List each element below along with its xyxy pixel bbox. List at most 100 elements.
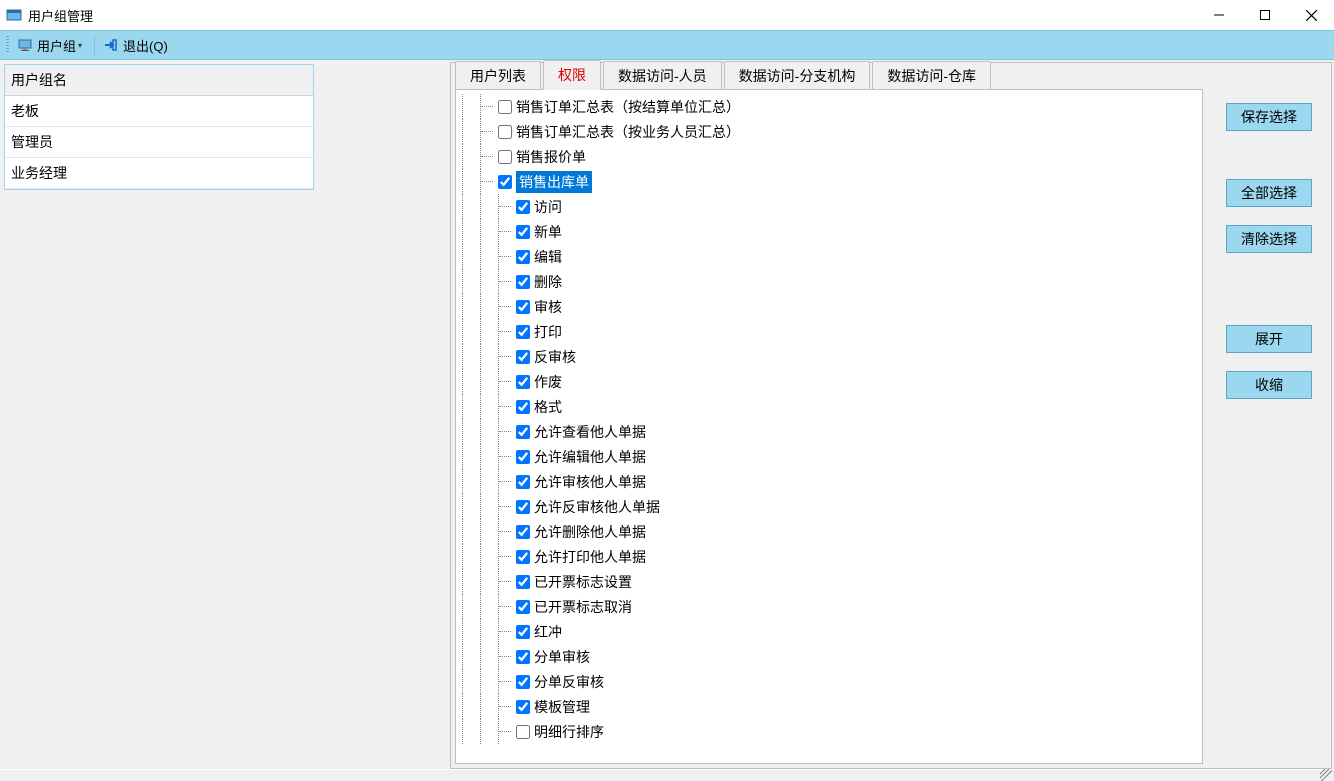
tree-indent	[480, 294, 498, 319]
tree-node[interactable]: 模板管理	[462, 694, 1202, 719]
tree-checkbox[interactable]	[516, 300, 530, 314]
tree-node[interactable]: 分单审核	[462, 644, 1202, 669]
tree-checkbox[interactable]	[516, 325, 530, 339]
tree-indent	[480, 694, 498, 719]
tree-node[interactable]: 分单反审核	[462, 669, 1202, 694]
tree-checkbox[interactable]	[498, 175, 512, 189]
tree-label: 允许反审核他人单据	[534, 497, 660, 517]
monitor-icon	[17, 37, 33, 53]
maximize-button[interactable]	[1242, 0, 1288, 30]
statusbar	[0, 769, 1334, 781]
tree-checkbox[interactable]	[516, 350, 530, 364]
exit-icon	[103, 37, 119, 53]
tree-node[interactable]: 删除	[462, 269, 1202, 294]
tab-3[interactable]: 数据访问-分支机构	[724, 61, 871, 90]
tree-indent	[462, 269, 480, 294]
tree-indent	[498, 544, 516, 569]
tab-0[interactable]: 用户列表	[455, 61, 541, 90]
permission-tree: 销售订单汇总表（按结算单位汇总）销售订单汇总表（按业务人员汇总）销售报价单销售出…	[462, 94, 1202, 744]
tree-node[interactable]: 格式	[462, 394, 1202, 419]
tree-checkbox[interactable]	[516, 600, 530, 614]
tree-indent	[498, 594, 516, 619]
tree-node[interactable]: 允许编辑他人单据	[462, 444, 1202, 469]
tree-indent	[462, 619, 480, 644]
tree-checkbox[interactable]	[516, 500, 530, 514]
tree-checkbox[interactable]	[516, 200, 530, 214]
tree-checkbox[interactable]	[516, 650, 530, 664]
close-button[interactable]	[1288, 0, 1334, 30]
tree-node[interactable]: 已开票标志取消	[462, 594, 1202, 619]
select-all-button[interactable]: 全部选择	[1226, 179, 1312, 207]
tree-indent	[462, 94, 480, 119]
tree-indent	[462, 669, 480, 694]
tree-node[interactable]: 销售出库单	[462, 169, 1202, 194]
tree-node[interactable]: 明细行排序	[462, 719, 1202, 744]
tree-indent	[498, 369, 516, 394]
tree-node[interactable]: 作废	[462, 369, 1202, 394]
tree-node[interactable]: 编辑	[462, 244, 1202, 269]
tab-1[interactable]: 权限	[543, 60, 601, 90]
clear-selection-button[interactable]: 清除选择	[1226, 225, 1312, 253]
expand-button[interactable]: 展开	[1226, 325, 1312, 353]
save-selection-button[interactable]: 保存选择	[1226, 103, 1312, 131]
usergroup-header: 用户组名	[5, 65, 313, 96]
tree-indent	[480, 119, 498, 144]
tree-checkbox[interactable]	[516, 675, 530, 689]
tree-node[interactable]: 红冲	[462, 619, 1202, 644]
tree-checkbox[interactable]	[498, 100, 512, 114]
usergroup-row[interactable]: 老板	[5, 96, 313, 127]
tree-checkbox[interactable]	[516, 275, 530, 289]
tree-checkbox[interactable]	[516, 400, 530, 414]
tree-checkbox[interactable]	[516, 625, 530, 639]
tree-indent	[498, 344, 516, 369]
tree-checkbox[interactable]	[516, 425, 530, 439]
tree-checkbox[interactable]	[516, 225, 530, 239]
permission-tree-scroll[interactable]: 销售订单汇总表（按结算单位汇总）销售订单汇总表（按业务人员汇总）销售报价单销售出…	[456, 90, 1202, 763]
tree-node[interactable]: 新单	[462, 219, 1202, 244]
exit-label: 退出(Q)	[123, 36, 168, 55]
tree-node[interactable]: 销售报价单	[462, 144, 1202, 169]
collapse-button[interactable]: 收缩	[1226, 371, 1312, 399]
tree-node[interactable]: 销售订单汇总表（按业务人员汇总）	[462, 119, 1202, 144]
exit-button[interactable]: 退出(Q)	[99, 32, 172, 58]
tree-checkbox[interactable]	[516, 475, 530, 489]
tree-indent	[498, 469, 516, 494]
resize-grip-icon[interactable]	[1320, 769, 1332, 781]
tree-checkbox[interactable]	[516, 450, 530, 464]
tree-node[interactable]: 已开票标志设置	[462, 569, 1202, 594]
usergroup-row[interactable]: 业务经理	[5, 158, 313, 189]
app-icon	[6, 7, 22, 23]
tree-checkbox[interactable]	[516, 725, 530, 739]
tree-checkbox[interactable]	[516, 700, 530, 714]
tree-indent	[480, 144, 498, 169]
tab-2[interactable]: 数据访问-人员	[603, 61, 722, 90]
tree-checkbox[interactable]	[516, 575, 530, 589]
tree-node[interactable]: 允许反审核他人单据	[462, 494, 1202, 519]
tree-node[interactable]: 允许删除他人单据	[462, 519, 1202, 544]
tree-node[interactable]: 允许审核他人单据	[462, 469, 1202, 494]
tree-checkbox[interactable]	[516, 550, 530, 564]
tree-node[interactable]: 打印	[462, 319, 1202, 344]
tree-indent	[480, 169, 498, 194]
tree-checkbox[interactable]	[498, 125, 512, 139]
tree-node[interactable]: 允许打印他人单据	[462, 544, 1202, 569]
usergroup-dropdown[interactable]: 用户组 ▾	[13, 32, 86, 58]
tab-4[interactable]: 数据访问-仓库	[872, 61, 991, 90]
tree-indent	[480, 544, 498, 569]
usergroup-row[interactable]: 管理员	[5, 127, 313, 158]
tree-node[interactable]: 访问	[462, 194, 1202, 219]
minimize-button[interactable]	[1196, 0, 1242, 30]
tree-node[interactable]: 销售订单汇总表（按结算单位汇总）	[462, 94, 1202, 119]
tree-node[interactable]: 反审核	[462, 344, 1202, 369]
tree-checkbox[interactable]	[516, 525, 530, 539]
usergroup-label: 用户组	[37, 36, 76, 55]
tree-indent	[462, 519, 480, 544]
tree-indent	[480, 469, 498, 494]
tree-node[interactable]: 允许查看他人单据	[462, 419, 1202, 444]
tree-node[interactable]: 审核	[462, 294, 1202, 319]
tree-indent	[480, 194, 498, 219]
tree-checkbox[interactable]	[498, 150, 512, 164]
tree-indent	[498, 394, 516, 419]
tree-checkbox[interactable]	[516, 250, 530, 264]
tree-checkbox[interactable]	[516, 375, 530, 389]
